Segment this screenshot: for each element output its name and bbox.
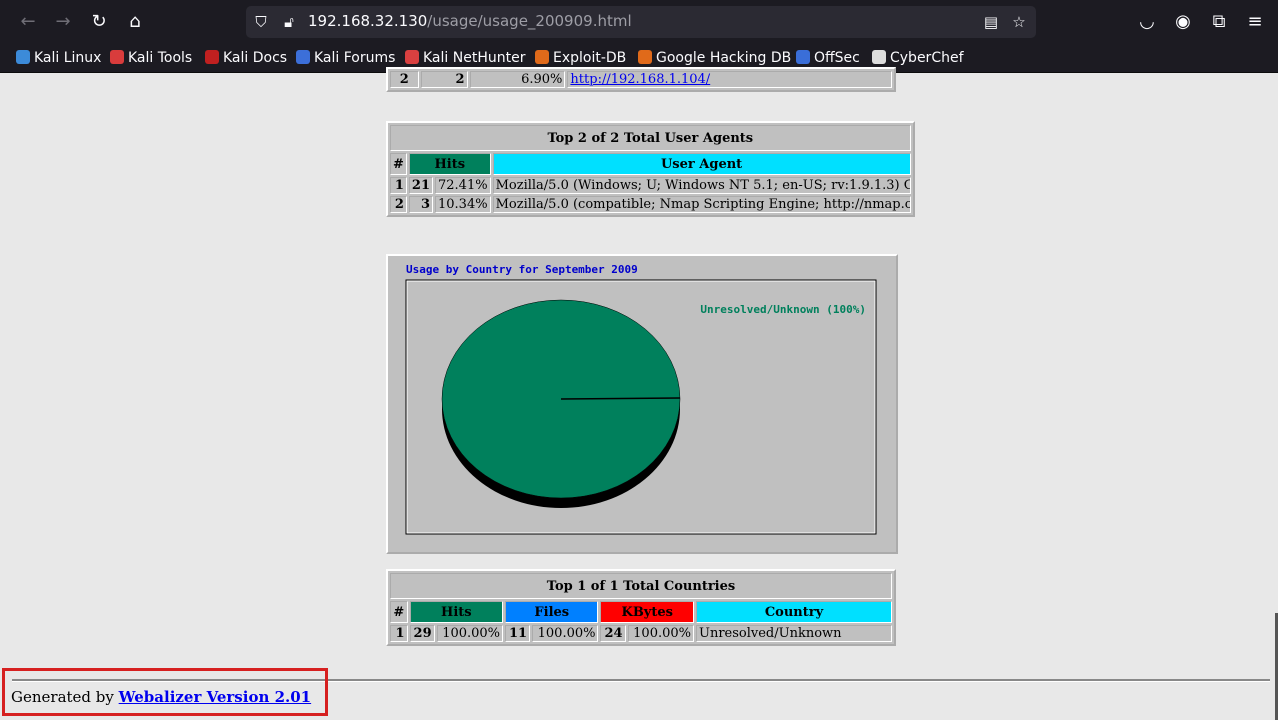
bookmark-label: CyberChef: [890, 50, 964, 66]
row-files-pct: 100.00%: [532, 625, 599, 642]
slice-label: Unresolved/Unknown (100%): [700, 303, 866, 316]
row-agent: Mozilla/5.0 (compatible; Nmap Scripting …: [492, 196, 911, 213]
bookmark-label: Kali Docs: [223, 50, 288, 66]
forward-icon[interactable]: →: [51, 10, 75, 34]
nethunter-icon: [405, 50, 419, 64]
row-agent: Mozilla/5.0 (Windows; U; Windows NT 5.1;…: [492, 177, 911, 194]
offsec-icon: [796, 50, 810, 64]
bookmark-google-hacking-db[interactable]: Google Hacking DB: [638, 48, 791, 68]
table-row: 1 29 100.00% 11 100.00% 24 100.00% Unres…: [390, 625, 892, 642]
col-agent-header: User Agent: [492, 153, 911, 175]
home-icon[interactable]: ⌂: [123, 10, 147, 34]
bookmark-label: Kali Forums: [314, 50, 396, 66]
page-content: 2 2 6.90% http://192.168.1.104/ Top 2 of…: [2, 67, 1278, 720]
kali-forums-icon: [296, 50, 310, 64]
row-hits: 29: [409, 625, 435, 642]
bookmark-kali-nethunter[interactable]: Kali NetHunter: [405, 48, 525, 68]
row-rank: 1: [390, 625, 408, 642]
kali-tools-icon: [110, 50, 124, 64]
row-pct: 72.41%: [435, 177, 491, 194]
kali-icon: [16, 50, 30, 64]
chart-title: Usage by Country for September 2009: [406, 263, 638, 276]
extensions-icon[interactable]: ⧉: [1207, 10, 1231, 34]
url-text[interactable]: 192.168.32.130/usage/usage_200909.html: [308, 12, 632, 30]
bookmark-label: Kali Tools: [128, 50, 193, 66]
col-kbytes-header: KBytes: [600, 601, 694, 623]
row-rank: 2: [390, 196, 407, 213]
bookmark-exploit-db[interactable]: Exploit-DB: [535, 48, 626, 68]
col-files-header: Files: [505, 601, 599, 623]
kali-docs-icon: [205, 50, 219, 64]
table-title: Top 2 of 2 Total User Agents: [390, 125, 911, 151]
row-hits: 2: [420, 71, 468, 88]
url-host: 192.168.32.130: [308, 12, 428, 30]
chart-svg: Usage by Country for September 2009 Unre…: [405, 263, 877, 535]
row-hits: 3: [408, 196, 433, 213]
bookmark-star-icon[interactable]: ☆: [1008, 10, 1030, 34]
bookmark-label: OffSec: [814, 50, 860, 66]
row-country: Unresolved/Unknown: [696, 625, 892, 642]
bookmark-kali-linux[interactable]: Kali Linux: [16, 48, 101, 68]
bookmark-label: Kali Linux: [34, 50, 102, 66]
back-icon[interactable]: ←: [16, 10, 40, 34]
menu-icon[interactable]: ≡: [1243, 10, 1267, 34]
row-pct: 6.90%: [469, 71, 566, 88]
row-hits-pct: 100.00%: [436, 625, 504, 642]
referrers-table-partial: 2 2 6.90% http://192.168.1.104/: [386, 67, 896, 92]
col-hits-header: Hits: [409, 601, 504, 623]
table-row: 1 21 72.41% Mozilla/5.0 (Windows; U; Win…: [390, 177, 911, 194]
col-country-header: Country: [696, 601, 892, 623]
countries-table: Top 1 of 1 Total Countries # Hits Files …: [386, 569, 896, 646]
bookmark-kali-docs[interactable]: Kali Docs: [205, 48, 287, 68]
row-hits: 21: [408, 177, 433, 194]
pie-slice-boundary: [560, 397, 681, 400]
col-rank-header: #: [390, 601, 408, 623]
col-hits-header: Hits: [408, 153, 491, 175]
bookmark-label: Exploit-DB: [553, 50, 627, 66]
referrer-link[interactable]: http://192.168.1.104/: [570, 72, 710, 87]
pie-group: [441, 299, 681, 508]
country-pie-chart: Usage by Country for September 2009 Unre…: [386, 254, 898, 554]
bookmark-kali-forums[interactable]: Kali Forums: [296, 48, 395, 68]
bookmark-label: Google Hacking DB: [656, 50, 792, 66]
row-files: 11: [505, 625, 531, 642]
table-row: 2 2 6.90% http://192.168.1.104/: [390, 71, 892, 88]
ghdb-icon: [638, 50, 652, 64]
bookmark-offsec[interactable]: OffSec: [796, 48, 860, 68]
account-icon[interactable]: ◉: [1171, 10, 1195, 34]
lock-icon[interactable]: 🔓︎: [278, 10, 300, 34]
row-pct: 10.34%: [435, 196, 491, 213]
bookmark-kali-tools[interactable]: Kali Tools: [110, 48, 192, 68]
pocket-icon[interactable]: ◡: [1135, 10, 1159, 34]
row-rank: 2: [390, 71, 419, 88]
row-kbytes-pct: 100.00%: [627, 625, 694, 642]
table-row: 2 3 10.34% Mozilla/5.0 (compatible; Nmap…: [390, 196, 911, 213]
shield-icon[interactable]: ⛉: [250, 10, 272, 34]
user-agents-table: Top 2 of 2 Total User Agents # Hits User…: [386, 121, 915, 217]
url-path: /usage/usage_200909.html: [427, 12, 632, 30]
exploit-db-icon: [535, 50, 549, 64]
reader-view-icon[interactable]: ▤: [980, 10, 1002, 34]
browser-toolbar: ← → ↻ ⌂ ⛉ 🔓︎ 192.168.32.130/usage/usage_…: [0, 0, 1278, 44]
table-title: Top 1 of 1 Total Countries: [390, 573, 892, 599]
row-rank: 1: [390, 177, 407, 194]
cyberchef-icon: [872, 50, 886, 64]
url-bar[interactable]: ⛉ 🔓︎ 192.168.32.130/usage/usage_200909.h…: [246, 6, 1036, 38]
highlight-box: [2, 668, 328, 716]
col-rank-header: #: [390, 153, 407, 175]
row-kbytes: 24: [600, 625, 626, 642]
bookmark-label: Kali NetHunter: [423, 50, 526, 66]
reload-icon[interactable]: ↻: [87, 10, 111, 34]
bookmark-cyberchef[interactable]: CyberChef: [872, 48, 964, 68]
